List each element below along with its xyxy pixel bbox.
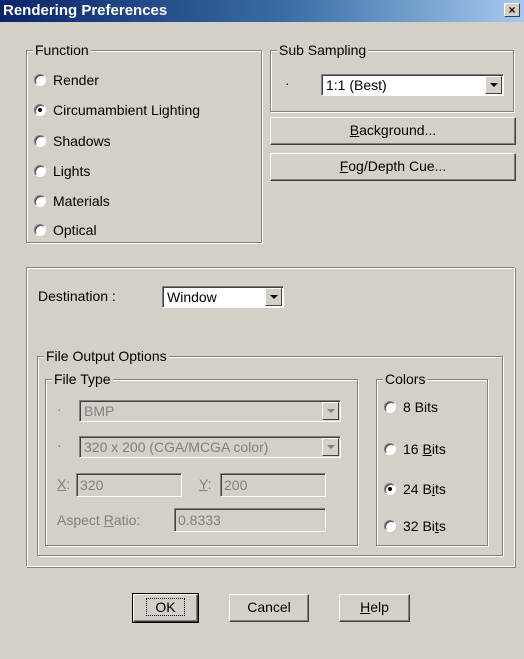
colors-option-16-bits[interactable]: 16 Bits: [384, 440, 446, 458]
function-option-optical[interactable]: Optical: [34, 221, 97, 239]
colors-option-label: 24 Bits: [403, 481, 446, 497]
help-label: Help: [360, 599, 389, 615]
background-button[interactable]: Background...: [270, 117, 516, 145]
file-output-options-label: File Output Options: [44, 348, 169, 364]
colors-option-label: 16 Bits: [403, 441, 446, 457]
radio-16-bits[interactable]: [384, 443, 396, 455]
function-option-circumambient-lighting[interactable]: Circumambient Lighting: [34, 101, 200, 119]
resolution-select[interactable]: 320 x 200 (CGA/MCGA color): [79, 436, 341, 458]
cancel-button[interactable]: Cancel: [229, 594, 309, 622]
resolution-value: 320 x 200 (CGA/MCGA color): [84, 439, 269, 455]
fog-depth-cue-button[interactable]: Fog/Depth Cue...: [270, 153, 516, 181]
function-option-label: Optical: [53, 222, 97, 238]
rendering-preferences-dialog: Rendering Preferences × Function Render …: [0, 0, 524, 659]
x-value: 320: [80, 477, 104, 493]
radio-circumambient-lighting[interactable]: [34, 104, 46, 116]
destination-label: Destination :: [38, 288, 116, 304]
chevron-down-icon[interactable]: [322, 402, 339, 420]
function-option-label: Materials: [53, 193, 110, 209]
y-field[interactable]: 200: [220, 473, 326, 497]
colors-option-32-bits[interactable]: 32 Bits: [384, 517, 446, 535]
function-option-shadows[interactable]: Shadows: [34, 132, 111, 150]
dialog-title: Rendering Preferences: [3, 2, 168, 19]
function-option-label: Circumambient Lighting: [53, 102, 201, 118]
file-format-value: BMP: [84, 403, 115, 419]
radio-materials[interactable]: [34, 195, 46, 207]
file-format-select[interactable]: BMP: [79, 400, 341, 422]
colors-option-label: 8 Bits: [403, 399, 439, 415]
sub-sampling-select[interactable]: 1:1 (Best): [321, 74, 504, 96]
colors-label: Colors: [383, 371, 428, 387]
y-value: 200: [224, 477, 248, 493]
x-label: X:: [57, 476, 71, 492]
sub-sampling-bullet: ·: [285, 75, 290, 91]
radio-32-bits[interactable]: [384, 520, 396, 532]
output-panel: Destination : Window File Output Options…: [26, 267, 515, 567]
colors-option-24-bits[interactable]: 24 Bits: [384, 480, 446, 498]
resolution-bullet: ·: [57, 437, 62, 453]
file-type-label: File Type: [52, 371, 113, 387]
file-type-group: File Type · BMP · 320 x 200 (CGA/MCGA co…: [45, 371, 358, 546]
help-button[interactable]: Help: [339, 594, 410, 622]
destination-select[interactable]: Window: [162, 286, 284, 308]
aspect-ratio-value: 0.8333: [178, 512, 221, 528]
function-group: Function Render Circumambient Lighting S…: [26, 42, 262, 243]
destination-value: Window: [167, 289, 217, 305]
aspect-ratio-label: Aspect Ratio:: [57, 512, 141, 528]
radio-24-bits[interactable]: [384, 483, 396, 495]
file-format-bullet: ·: [57, 401, 62, 417]
function-option-label: Render: [53, 72, 99, 88]
radio-optical[interactable]: [34, 224, 46, 236]
y-label: Y:: [199, 476, 212, 492]
function-option-render[interactable]: Render: [34, 71, 99, 89]
file-output-options-group: File Output Options File Type · BMP · 32…: [37, 348, 503, 556]
function-group-label: Function: [33, 42, 91, 58]
chevron-down-icon[interactable]: [485, 76, 502, 94]
x-field[interactable]: 320: [76, 473, 182, 497]
function-option-label: Shadows: [53, 133, 111, 149]
sub-sampling-group: Sub Sampling · 1:1 (Best): [270, 42, 514, 112]
radio-shadows[interactable]: [34, 135, 46, 147]
function-option-lights[interactable]: Lights: [34, 162, 90, 180]
function-option-materials[interactable]: Materials: [34, 192, 110, 210]
close-icon[interactable]: ×: [504, 3, 520, 17]
radio-lights[interactable]: [34, 165, 46, 177]
chevron-down-icon[interactable]: [322, 438, 339, 456]
ok-label: OK: [146, 598, 185, 616]
colors-option-8-bits[interactable]: 8 Bits: [384, 398, 438, 416]
colors-option-label: 32 Bits: [403, 518, 446, 534]
colors-group: Colors 8 Bits 16 Bits 24 Bits 32 Bits: [376, 371, 488, 546]
cancel-label: Cancel: [247, 599, 291, 615]
radio-8-bits[interactable]: [384, 401, 396, 413]
function-option-label: Lights: [53, 163, 91, 179]
aspect-ratio-field[interactable]: 0.8333: [174, 508, 326, 532]
ok-button[interactable]: OK: [132, 593, 199, 623]
sub-sampling-value: 1:1 (Best): [326, 77, 387, 93]
title-bar[interactable]: Rendering Preferences ×: [0, 0, 524, 22]
radio-render[interactable]: [34, 74, 46, 86]
sub-sampling-group-label: Sub Sampling: [277, 42, 369, 58]
chevron-down-icon[interactable]: [265, 288, 282, 306]
